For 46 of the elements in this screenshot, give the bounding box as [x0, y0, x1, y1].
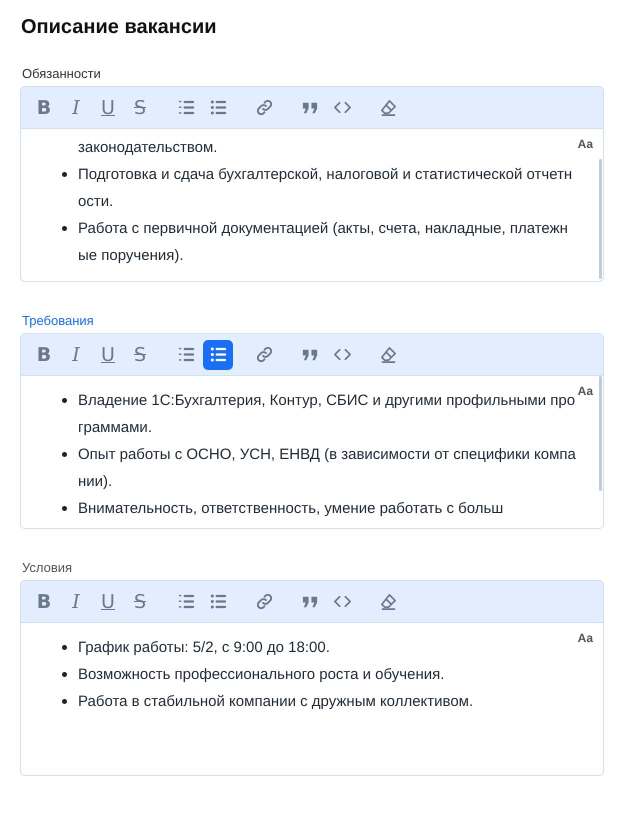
list-item-text: Подготовка и сдача бухгалтерской, налоговой и статистической отчетности.: [78, 165, 574, 212]
scrollbar-thumb[interactable]: [599, 159, 602, 279]
field-label: Обязанности: [22, 66, 101, 81]
list-item-text: Возможность профессионального роста и обучения.: [78, 665, 446, 685]
underline-button[interactable]: U: [93, 92, 123, 122]
bold-button[interactable]: B: [29, 340, 59, 370]
eraser-icon: [378, 345, 398, 364]
bullet-list-icon: [208, 345, 228, 364]
field-label: Требования: [22, 313, 94, 328]
list-item-text: Опыт работы с ОСНО, УСН, ЕНВД (в зависимости от специфики компании).: [78, 445, 576, 492]
numbered-list-icon: [176, 98, 196, 117]
section-title: Описание вакансии: [21, 16, 218, 39]
rich-text-editor[interactable]: B I U S График работы: 5/2, с 9:00 до 18:00. Возможность профессионального роста и обучения. Работа в стабильной компании с дружным коллективом. Aa: [20, 580, 604, 776]
list-item-text: Владение 1С:Бухгалтерия, Контур, СБИС и другими профильными программами.: [78, 391, 576, 438]
link-icon: [254, 345, 274, 364]
underline-button[interactable]: U: [93, 586, 123, 616]
link-icon: [254, 592, 274, 611]
numbered-list-icon: [176, 345, 196, 364]
field-label: Условия: [22, 560, 72, 575]
list-item-text: законодательством.: [78, 138, 218, 158]
list-item-text: Работа с первичной документацией (акты, счета, накладные, платежные поручения).: [78, 219, 569, 266]
bold-button[interactable]: B: [29, 92, 59, 122]
strikethrough-button[interactable]: S: [125, 586, 155, 616]
list-item-text: График работы: 5/2, с 9:00 до 18:00.: [78, 638, 331, 658]
rich-text-editor[interactable]: [20, 333, 604, 529]
text-case-toggle[interactable]: Aa: [578, 384, 593, 398]
eraser-icon: [378, 98, 398, 117]
text-case-toggle[interactable]: Aa: [578, 631, 593, 645]
italic-button[interactable]: I: [61, 92, 91, 122]
list-item-text: Внимательность, ответственность, умение работать с больш: [78, 499, 504, 519]
eraser-icon: [378, 592, 398, 611]
bullet-list-icon: [208, 98, 228, 117]
italic-button[interactable]: I: [61, 586, 91, 616]
strikethrough-button[interactable]: S: [125, 92, 155, 122]
bold-button[interactable]: B: [29, 586, 59, 616]
list-item-text: Работа в стабильной компании с дружным коллективом.: [78, 692, 474, 712]
underline-button[interactable]: U: [93, 340, 123, 370]
strikethrough-button[interactable]: S: [125, 340, 155, 370]
bullet-list-button[interactable]: [203, 340, 233, 370]
text-case-toggle[interactable]: Aa: [578, 137, 593, 151]
bullet-list-icon: [208, 592, 228, 611]
scrollbar-thumb[interactable]: [599, 376, 602, 491]
italic-button[interactable]: I: [61, 340, 91, 370]
rich-text-editor[interactable]: B I U S законодательством. Подготовка и сдача бухгалтерской, налоговой и статистической отчетности. Работа с первичной документацией (акты, счета, накладные, платежные поручения). Aa: [20, 86, 604, 282]
numbered-list-icon: [176, 592, 196, 611]
link-icon: [254, 98, 274, 117]
